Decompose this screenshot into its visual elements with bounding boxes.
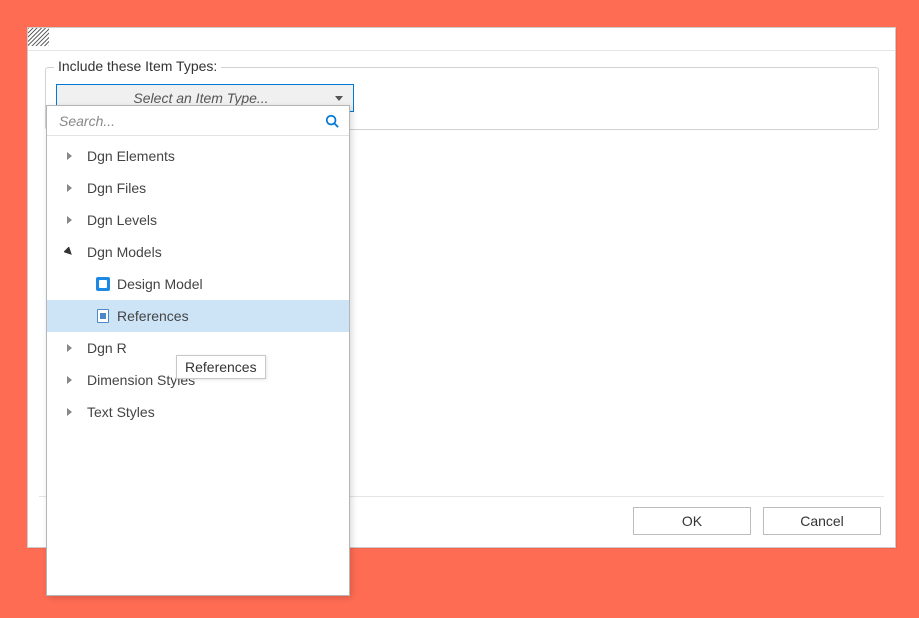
dialog-button-row: OK Cancel xyxy=(633,507,881,535)
collapse-icon[interactable] xyxy=(61,244,77,260)
tree-item-dgn-elements[interactable]: Dgn Elements xyxy=(47,140,349,172)
search-icon[interactable] xyxy=(323,112,341,130)
search-input[interactable] xyxy=(59,113,323,129)
tree-item-design-model[interactable]: Design Model xyxy=(47,268,349,300)
expand-icon[interactable] xyxy=(61,404,77,420)
tooltip: References xyxy=(176,355,266,379)
expand-icon[interactable] xyxy=(61,212,77,228)
references-icon xyxy=(95,308,111,324)
tree-item-label: Text Styles xyxy=(87,404,155,420)
tree-item-text-styles[interactable]: Text Styles xyxy=(47,396,349,428)
tree-item-references[interactable]: References xyxy=(47,300,349,332)
expand-icon[interactable] xyxy=(61,340,77,356)
design-model-icon xyxy=(95,276,111,292)
item-type-tree: Dgn Elements Dgn Files Dgn Levels Dgn Mo… xyxy=(47,136,349,428)
tree-item-dgn-models[interactable]: Dgn Models xyxy=(47,236,349,268)
item-type-dropdown: Dgn Elements Dgn Files Dgn Levels Dgn Mo… xyxy=(46,105,350,596)
window-grip-icon xyxy=(28,28,49,46)
tree-item-label: Dgn Models xyxy=(87,244,162,260)
expand-icon[interactable] xyxy=(61,148,77,164)
chevron-down-icon xyxy=(335,96,343,101)
select-placeholder: Select an Item Type... xyxy=(67,90,335,106)
tree-item-dgn-levels[interactable]: Dgn Levels xyxy=(47,204,349,236)
expand-icon[interactable] xyxy=(61,180,77,196)
tree-item-label: Dgn Elements xyxy=(87,148,175,164)
tree-item-label: Dgn Files xyxy=(87,180,146,196)
fieldset-legend: Include these Item Types: xyxy=(54,58,221,74)
tree-item-label: Dgn Levels xyxy=(87,212,157,228)
tree-item-label: Dgn R xyxy=(87,340,127,356)
ok-button[interactable]: OK xyxy=(633,507,751,535)
tree-item-label: Design Model xyxy=(117,276,203,292)
divider xyxy=(28,50,895,51)
tree-item-label: References xyxy=(117,308,189,324)
cancel-button[interactable]: Cancel xyxy=(763,507,881,535)
expand-icon[interactable] xyxy=(61,372,77,388)
search-row xyxy=(47,106,349,136)
tree-item-dgn-files[interactable]: Dgn Files xyxy=(47,172,349,204)
